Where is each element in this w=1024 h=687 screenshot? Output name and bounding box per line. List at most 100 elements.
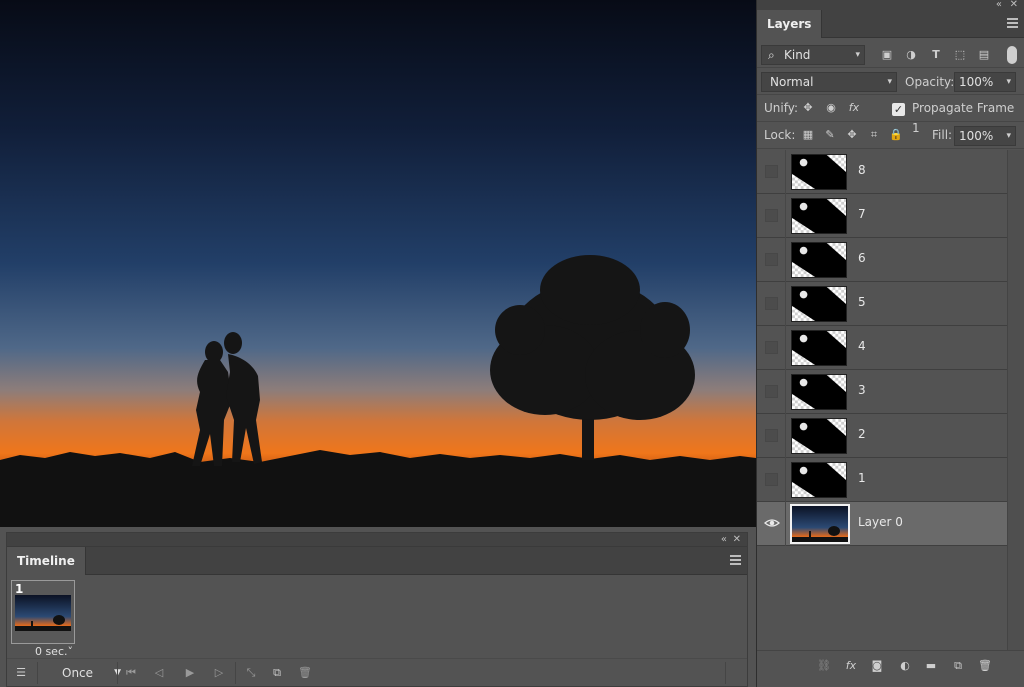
layer-thumbnail[interactable] — [791, 462, 847, 498]
layer-row[interactable]: 7 — [757, 194, 1007, 238]
fill-field[interactable]: 100% ▾ — [954, 126, 1016, 146]
layers-scrollbar[interactable] — [1007, 150, 1024, 650]
layer-row[interactable]: 5 — [757, 282, 1007, 326]
pixel-layer-filter-icon[interactable]: ▣ — [879, 47, 895, 63]
adjustment-layer-filter-icon[interactable]: ◑ — [903, 47, 919, 63]
layer-row[interactable]: 2 — [757, 414, 1007, 458]
layer-divider — [785, 150, 786, 194]
layer-name: 8 — [858, 163, 866, 177]
visibility-toggle[interactable] — [765, 253, 778, 266]
timeline-tabbar: Timeline — [7, 547, 747, 575]
search-icon: ⌕ — [768, 48, 775, 62]
previous-frame-icon[interactable]: ◁ — [151, 664, 167, 682]
frame-thumbnail-box[interactable]: 1 — [11, 580, 75, 644]
lock-row: Lock: ▦ ✎ ✥ ⌗ 🔒 Fill: 100% ▾ — [757, 122, 1024, 149]
opacity-label: Opacity: — [905, 75, 955, 89]
unify-style-icon[interactable]: fx — [846, 100, 862, 116]
layer-row[interactable]: 8 — [757, 150, 1007, 194]
timeline-panel: « ✕ Timeline 1 0 sec.˅ ☰ Once ⏮ ◁ ▶ ▷ ⤡ … — [6, 532, 748, 687]
opacity-field[interactable]: 100% ▾ — [954, 72, 1016, 92]
layer-thumbnail[interactable] — [791, 198, 847, 234]
layer-name: 3 — [858, 383, 866, 397]
convert-to-video-timeline-icon[interactable]: ☰ — [13, 664, 29, 682]
animation-frame[interactable]: 1 0 sec.˅ — [11, 580, 75, 658]
play-icon[interactable]: ▶ — [182, 664, 198, 682]
frame-number: 1 — [15, 582, 24, 596]
lock-label: Lock: — [764, 128, 796, 142]
layer-thumbnail[interactable] — [791, 286, 847, 322]
loop-options-dropdown[interactable]: Once▼ — [47, 664, 125, 682]
new-adjustment-layer-icon[interactable]: ◐ — [897, 658, 913, 674]
photoshop-workspace: « ✕ Timeline 1 0 sec.˅ ☰ Once ⏮ ◁ ▶ ▷ ⤡ … — [0, 0, 1024, 687]
layer-name: 7 — [858, 207, 866, 221]
visibility-toggle[interactable] — [765, 341, 778, 354]
trash-icon[interactable]: 🗑 — [977, 658, 993, 674]
layer-name: 1 — [858, 471, 866, 485]
filter-toggle-switch[interactable] — [1007, 46, 1017, 64]
add-mask-icon[interactable]: ◙ — [869, 658, 885, 674]
close-icon[interactable]: ✕ — [733, 533, 741, 546]
layer-name: 5 — [858, 295, 866, 309]
layer-name: Layer 0 — [858, 515, 903, 529]
duplicate-frame-icon[interactable]: ⧉ — [269, 664, 285, 682]
unify-visibility-icon[interactable]: ◉ — [823, 100, 839, 116]
smart-object-filter-icon[interactable]: ▤ — [976, 47, 992, 63]
unify-position-icon[interactable]: ✥ — [800, 100, 816, 116]
propagate-frame-checkbox[interactable]: ✓ — [892, 103, 905, 116]
layer-thumbnail[interactable] — [791, 418, 847, 454]
layers-footer: ⛓ fx ◙ ◐ ▬ ⧉ 🗑 — [757, 650, 1024, 680]
layer-row[interactable]: Layer 0 — [757, 502, 1007, 546]
double-chevron-left-icon[interactable]: « — [721, 533, 727, 546]
layer-list: 8 7 6 5 4 3 2 1 Layer 0 — [757, 150, 1007, 650]
link-layers-icon[interactable]: ⛓ — [816, 658, 832, 674]
layer-thumbnail[interactable] — [791, 154, 847, 190]
tab-layers[interactable]: Layers — [757, 10, 823, 38]
layers-panel-strip: « ✕ — [757, 0, 1024, 10]
lock-position-icon[interactable]: ✥ — [844, 127, 860, 143]
type-layer-filter-icon[interactable]: T — [928, 47, 944, 63]
visibility-toggle[interactable] — [765, 473, 778, 486]
layer-thumbnail[interactable] — [791, 242, 847, 278]
visibility-toggle[interactable] — [765, 297, 778, 310]
first-frame-icon[interactable]: ⏮ — [123, 664, 139, 682]
lock-image-pixels-icon[interactable]: ✎ — [822, 127, 838, 143]
layer-row[interactable]: 6 — [757, 238, 1007, 282]
layers-tabbar: Layers — [757, 10, 1024, 38]
layer-filter-row: ⌕ Kind ▾ ▣ ◑ T ⬚ ▤ — [757, 41, 1024, 68]
visibility-toggle[interactable] — [765, 165, 778, 178]
new-layer-icon[interactable]: ⧉ — [950, 658, 966, 674]
layer-thumbnail[interactable] — [790, 504, 850, 544]
layer-divider — [785, 282, 786, 326]
blend-mode-dropdown[interactable]: Normal ▾ — [761, 72, 897, 92]
trash-icon[interactable]: 🗑 — [297, 664, 313, 682]
visibility-toggle[interactable] — [765, 429, 778, 442]
visibility-toggle[interactable] — [765, 209, 778, 222]
tab-timeline[interactable]: Timeline — [7, 547, 86, 575]
eye-icon[interactable] — [764, 515, 780, 531]
document-canvas[interactable] — [0, 0, 756, 527]
shape-layer-filter-icon[interactable]: ⬚ — [952, 47, 968, 63]
hamburger-menu-icon[interactable] — [1007, 18, 1018, 28]
tween-icon[interactable]: ⤡ — [243, 664, 259, 682]
layer-divider — [785, 326, 786, 370]
layer-thumbnail[interactable] — [791, 374, 847, 410]
filter-kind-dropdown[interactable]: ⌕ Kind ▾ — [761, 45, 865, 65]
blend-opacity-row: Normal ▾ Opacity: 100% ▾ — [757, 68, 1024, 95]
next-frame-icon[interactable]: ▷ — [211, 664, 227, 682]
lock-transparent-pixels-icon[interactable]: ▦ — [800, 127, 816, 143]
layer-divider — [785, 194, 786, 238]
layer-divider — [785, 370, 786, 414]
add-layer-style-icon[interactable]: fx — [843, 658, 859, 674]
hamburger-menu-icon[interactable] — [730, 555, 741, 565]
lock-all-icon[interactable]: 🔒 — [888, 127, 904, 143]
lock-artboard-icon[interactable]: ⌗ — [866, 127, 882, 143]
layer-thumbnail[interactable] — [791, 330, 847, 366]
visibility-toggle[interactable] — [765, 385, 778, 398]
layer-name: 4 — [858, 339, 866, 353]
layer-row[interactable]: 3 — [757, 370, 1007, 414]
layer-row[interactable]: 1 — [757, 458, 1007, 502]
new-group-icon[interactable]: ▬ — [923, 658, 939, 674]
layer-row[interactable]: 4 — [757, 326, 1007, 370]
layer-divider — [785, 502, 786, 546]
frame-delay-dropdown[interactable]: 0 sec.˅ — [11, 645, 75, 658]
